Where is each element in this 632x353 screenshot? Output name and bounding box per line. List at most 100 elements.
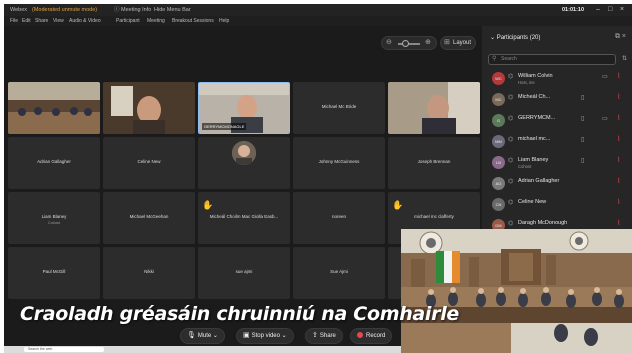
microphone-muted-icon[interactable]: ⌇ (617, 135, 620, 143)
participant-tile[interactable]: Michael Mc Bride (293, 82, 385, 134)
avatar: G (492, 114, 505, 127)
menu-help[interactable]: Help (219, 16, 229, 26)
tile-name: michael mc clafferty (414, 214, 454, 219)
participant-row[interactable]: CN ⌬ Celine New ⌇ (486, 195, 630, 215)
tile-name: Joseph Brennan (417, 159, 451, 164)
participant-row[interactable]: AG ⌬ Adrian Gallagher ⌇ (486, 174, 630, 194)
microphone-muted-icon[interactable]: ⌇ (617, 156, 620, 164)
microphone-muted-icon[interactable]: ⌇ (617, 198, 620, 206)
participants-panel-title[interactable]: ⌄ Participants (20) (490, 34, 540, 41)
tile-name: Celine New (137, 159, 161, 164)
video-camera-icon: ▭ (602, 74, 608, 80)
moderator-icon: ⌬ (508, 116, 514, 122)
participant-tile[interactable]: GERRYMCMONAGLE (198, 82, 290, 134)
stop-video-button[interactable]: ▣ Stop video ⌄ (236, 328, 294, 344)
microphone-muted-icon[interactable]: ⌇ (617, 72, 620, 80)
menu-participant[interactable]: Participant (116, 16, 140, 26)
participant-row[interactable]: LB ⌬ Liam Blaney Cohost ▯ ⌇ (486, 153, 630, 173)
moderator-icon: ⌬ (508, 200, 514, 206)
broadcast-caption: Craoladh gréasáin chruinniú na Comhairle (20, 303, 460, 325)
layout-grid-icon: ⊞ (444, 39, 450, 46)
mute-button[interactable]: 🎙 Mute ⌄ (180, 328, 225, 344)
menu-meeting[interactable]: Meeting (147, 16, 165, 26)
microphone-muted-icon[interactable]: ⌇ (617, 219, 620, 227)
device-icon: ▯ (581, 116, 585, 122)
microphone-muted-icon[interactable]: ⌇ (617, 114, 620, 122)
participant-tile[interactable]: Paul McGill (8, 247, 100, 299)
panel-controls: ⧉ × (615, 33, 626, 41)
tile-name: Johnny McGuinness (318, 159, 360, 164)
participant-role: Host, me (518, 80, 535, 85)
hide-menu-bar-button[interactable]: Hide Menu Bar (154, 4, 191, 16)
video-camera-icon: ▭ (602, 116, 608, 122)
menu-share[interactable]: Share (35, 16, 48, 26)
close-panel-icon[interactable]: × (622, 33, 626, 40)
participant-tile[interactable]: sue ajmi (198, 247, 290, 299)
meeting-controls: 🎙 Mute ⌄ ▣ Stop video ⌄ ⇪ Share Record (164, 326, 393, 346)
moderator-icon: ⌬ (508, 74, 514, 80)
participant-tile[interactable]: Joseph Brennan (388, 137, 480, 189)
participant-tile[interactable]: Johnny McGuinness (293, 137, 385, 189)
participant-tile[interactable] (198, 137, 290, 189)
menu-view[interactable]: View (53, 16, 64, 26)
record-icon (357, 332, 363, 338)
participant-tile[interactable]: Sue Ajmi (293, 247, 385, 299)
tile-name: sue ajmi (235, 269, 253, 274)
participant-row[interactable]: MC ⌬ Micheál Ch... ▯ ⌇ (486, 90, 630, 110)
participant-tile[interactable]: Liam Blaney Cohost (8, 192, 100, 244)
menu-audio-video[interactable]: Audio & Video (69, 16, 101, 26)
share-button[interactable]: ⇪ Share (305, 328, 343, 344)
participant-search-input[interactable]: ⚲ Search (488, 54, 616, 65)
avatar: MC (492, 93, 505, 106)
participant-row[interactable]: MM ⌬ michael mc... ▯ ⌇ (486, 132, 630, 152)
taskbar-search[interactable]: Search the web (24, 347, 104, 352)
participant-tile[interactable] (388, 82, 480, 134)
participant-name: Celine New (518, 199, 547, 205)
microphone-muted-icon[interactable]: ⌇ (617, 177, 620, 185)
participant-tile[interactable]: Michael McGeehan (103, 192, 195, 244)
participant-name: Liam Blaney (518, 157, 549, 163)
meeting-info-link[interactable]: ⓘ Meeting Info (114, 4, 151, 16)
participant-tile[interactable]: Nikki (103, 247, 195, 299)
avatar (232, 141, 256, 165)
zoom-in-icon[interactable]: ⊕ (425, 38, 431, 46)
device-icon: ▯ (581, 137, 585, 143)
record-button[interactable]: Record (350, 328, 393, 344)
menu-bar: File Edit Share View Audio & Video Parti… (4, 16, 632, 26)
participant-name: GERRYMCM... (518, 115, 556, 121)
participant-tile[interactable] (8, 82, 100, 134)
tile-name: Liam Blaney (41, 214, 67, 219)
layout-button[interactable]: ⊞ Layout (440, 36, 476, 50)
avatar: WC (492, 72, 505, 85)
sort-icon[interactable]: ⇅ (622, 55, 627, 62)
tile-role: Cohost (47, 221, 61, 225)
close-icon[interactable]: × (620, 4, 624, 16)
participant-tile[interactable] (103, 82, 195, 134)
participant-tile[interactable]: noreen (293, 192, 385, 244)
moderator-icon: ⌬ (508, 221, 514, 227)
menu-breakout-sessions[interactable]: Breakout Sessions (172, 16, 214, 26)
zoom-out-icon[interactable]: ⊖ (386, 38, 392, 46)
participant-tile[interactable]: Celine New (103, 137, 195, 189)
participant-name: William Colvin (518, 73, 553, 79)
app-name: Webex (10, 7, 28, 13)
tile-name: Michael McGeehan (129, 214, 169, 219)
zoom-slider-handle[interactable] (402, 40, 409, 47)
tile-name: GERRYMCMONAGLE (202, 123, 247, 130)
minimize-icon[interactable]: – (596, 4, 600, 16)
popout-icon[interactable]: ⧉ (615, 33, 620, 40)
tile-name: Sue Ajmi (330, 269, 348, 274)
participant-name: Adrian Gallagher (518, 178, 560, 184)
tile-name: Adrian Gallagher (37, 159, 71, 164)
menu-edit[interactable]: Edit (22, 16, 31, 26)
maximize-icon[interactable]: □ (608, 4, 612, 16)
moderator-icon: ⌬ (508, 179, 514, 185)
participant-tile[interactable]: Adrian Gallagher (8, 137, 100, 189)
participant-tile[interactable]: ✋ Micheál Choilm Mac Giolla Easb... (198, 192, 290, 244)
microphone-muted-icon[interactable]: ⌇ (617, 93, 620, 101)
participant-row[interactable]: G ⌬ GERRYMCM... ▯ ▭ ⌇ (486, 111, 630, 131)
tile-name: noreen (331, 214, 346, 219)
grid-zoom-control[interactable]: ⊖ ⊕ (381, 36, 437, 50)
menu-file[interactable]: File (10, 16, 18, 26)
participant-row[interactable]: WC ⌬ William Colvin Host, me ▭ ⌇ (486, 69, 630, 89)
